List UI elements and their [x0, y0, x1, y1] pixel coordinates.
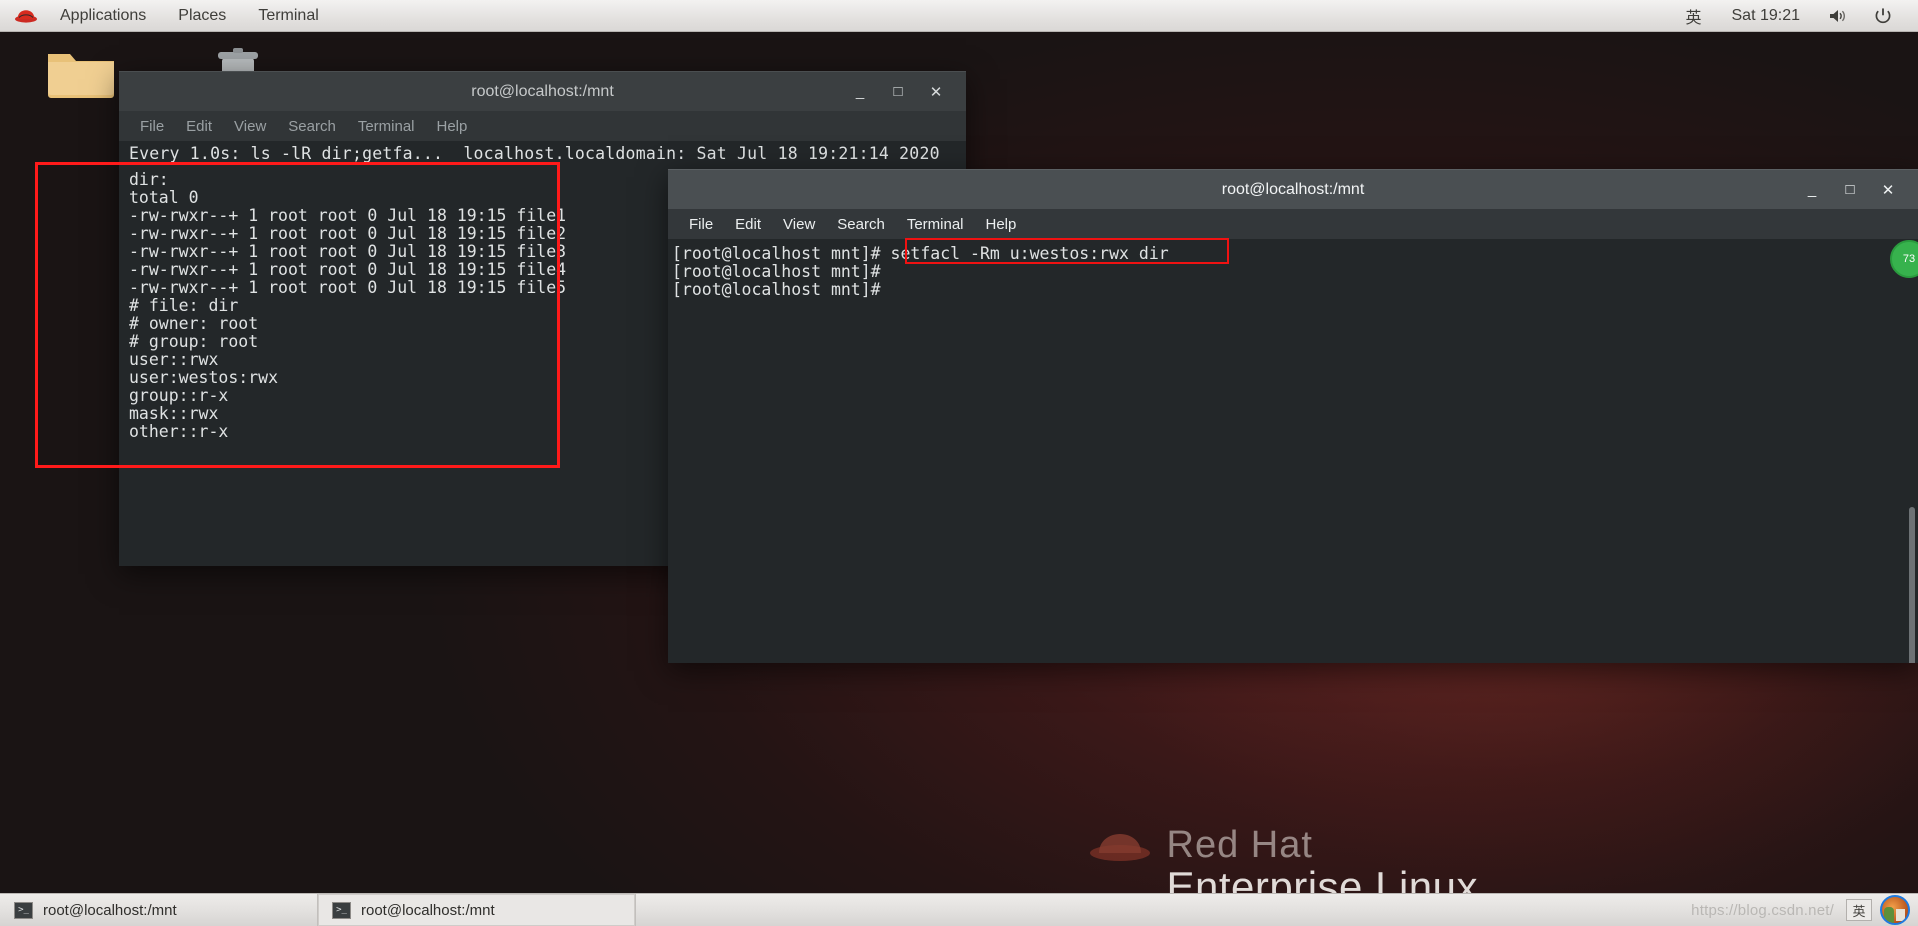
window2-scrollbar-thumb[interactable]: [1909, 507, 1915, 663]
desktop-screen: Red Hat Enterprise Linux Applications Pl…: [0, 0, 1918, 926]
terminal-window-2[interactable]: root@localhost:/mnt _ □ ✕ File Edit View…: [668, 169, 1918, 663]
top-panel-status: 英 Sat 19:21: [1673, 2, 1918, 30]
menu-edit[interactable]: Edit: [724, 214, 772, 235]
maximize-icon[interactable]: □: [890, 83, 906, 100]
menu-terminal[interactable]: Terminal: [347, 116, 426, 137]
window1-titlebar[interactable]: root@localhost:/mnt _ □ ✕: [119, 71, 966, 111]
window2-menubar: File Edit View Search Terminal Help: [668, 209, 1918, 239]
taskbar-item-1-label: root@localhost:/mnt: [43, 901, 177, 919]
terminal-line: [root@localhost mnt]#: [672, 280, 881, 299]
menu-view[interactable]: View: [223, 116, 277, 137]
window1-menubar: File Edit View Search Terminal Help: [119, 111, 966, 141]
menu-help[interactable]: Help: [426, 116, 479, 137]
menu-file[interactable]: File: [129, 116, 175, 137]
taskbar-item-1[interactable]: >_ root@localhost:/mnt: [0, 894, 318, 926]
menu-help[interactable]: Help: [975, 214, 1028, 235]
menu-applications[interactable]: Applications: [44, 0, 162, 32]
terminal-line: [root@localhost mnt]#: [672, 262, 881, 281]
watermark-text: https://blog.csdn.net/: [1691, 901, 1834, 919]
power-icon[interactable]: [1864, 5, 1902, 27]
taskbar-item-2[interactable]: >_ root@localhost:/mnt: [318, 894, 636, 926]
brand-line-1-row: Red Hat: [1087, 824, 1479, 867]
menu-view[interactable]: View: [772, 214, 826, 235]
terminal-icon: >_: [332, 901, 351, 919]
redhat-menu-logo-icon[interactable]: [0, 8, 44, 24]
close-icon[interactable]: ✕: [1880, 182, 1896, 199]
window1-title: root@localhost:/mnt: [471, 82, 614, 100]
top-panel-menus: Applications Places Terminal: [0, 0, 335, 32]
maximize-icon[interactable]: □: [1842, 181, 1858, 198]
close-icon[interactable]: ✕: [928, 84, 944, 101]
taskbar-tray: https://blog.csdn.net/ 英: [1691, 894, 1918, 926]
window2-scrollbar[interactable]: [1908, 239, 1916, 663]
folder-icon: [48, 54, 114, 98]
avatar[interactable]: [1880, 895, 1910, 925]
terminal-icon: >_: [14, 901, 33, 919]
window1-controls: _ □ ✕: [852, 83, 958, 101]
brand-line-1: Red Hat: [1166, 824, 1313, 866]
tray-ime-indicator[interactable]: 英: [1846, 899, 1872, 921]
minimize-icon[interactable]: _: [852, 83, 868, 100]
menu-terminal[interactable]: Terminal: [242, 0, 334, 32]
window2-terminal-output[interactable]: [root@localhost mnt]# setfacl -Rm u:west…: [668, 239, 1918, 663]
desktop-icon-folder[interactable]: [44, 42, 118, 107]
taskbar: >_ root@localhost:/mnt >_ root@localhost…: [0, 893, 1918, 926]
menu-places[interactable]: Places: [162, 0, 242, 32]
menu-file[interactable]: File: [678, 214, 724, 235]
menu-terminal[interactable]: Terminal: [896, 214, 975, 235]
taskbar-item-2-label: root@localhost:/mnt: [361, 901, 495, 919]
clock[interactable]: Sat 19:21: [1720, 5, 1813, 27]
terminal-line: [root@localhost mnt]# setfacl -Rm u:west…: [672, 244, 1169, 263]
watch-header-line: Every 1.0s: ls -lR dir;getfa... localhos…: [129, 144, 940, 163]
redhat-logo-icon: [1087, 829, 1153, 863]
input-method-indicator[interactable]: 英: [1673, 2, 1713, 30]
menu-search[interactable]: Search: [826, 214, 896, 235]
menu-search[interactable]: Search: [277, 116, 347, 137]
window2-lines: [root@localhost mnt]# setfacl -Rm u:west…: [668, 239, 1918, 299]
window2-title: root@localhost:/mnt: [1221, 180, 1365, 198]
window2-controls: _ □ ✕: [1804, 181, 1910, 199]
menu-edit[interactable]: Edit: [175, 116, 223, 137]
minimize-icon[interactable]: _: [1804, 181, 1820, 198]
top-panel: Applications Places Terminal 英 Sat 19:21: [0, 0, 1918, 32]
window2-titlebar[interactable]: root@localhost:/mnt _ □ ✕: [668, 169, 1918, 209]
speaker-icon[interactable]: [1818, 6, 1858, 26]
